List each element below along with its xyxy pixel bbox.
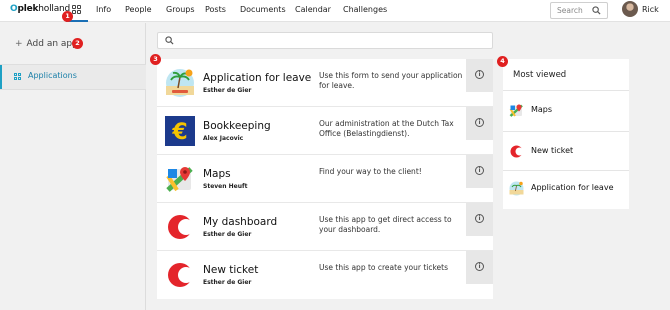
- app-owner: Esther de Gier: [203, 87, 252, 94]
- sidebar-divider: [0, 89, 146, 90]
- most-viewed-item-new-ticket[interactable]: New ticket: [503, 132, 629, 172]
- most-viewed-label: Maps: [531, 105, 553, 114]
- header-search-input[interactable]: Search: [550, 2, 608, 19]
- info-button[interactable]: i: [466, 251, 493, 284]
- logo-bold: plek: [17, 4, 39, 14]
- app-title[interactable]: New ticket: [203, 264, 258, 276]
- add-app-label: Add an app: [26, 39, 78, 49]
- most-viewed-label: Application for leave: [531, 183, 614, 192]
- app-title[interactable]: Application for leave: [203, 72, 311, 84]
- user-name[interactable]: Rick: [642, 5, 659, 14]
- app-description: Use this form to send your application f…: [319, 71, 463, 90]
- avatar[interactable]: [622, 1, 638, 17]
- grid-icon: [14, 73, 22, 81]
- nav-challenges[interactable]: Challenges: [343, 5, 387, 14]
- app-search-input[interactable]: [157, 32, 493, 49]
- app-list: Application for leave Esther de Gier Use…: [157, 59, 493, 299]
- app-description: Our administration at the Dutch Tax Offi…: [319, 119, 454, 138]
- maps-icon: [166, 167, 193, 192]
- app-row[interactable]: Maps Steven Heuft Find your way to the c…: [157, 155, 493, 203]
- add-app-button[interactable]: + Add an app: [15, 39, 78, 49]
- sidebar: + Add an app Applications: [0, 23, 146, 310]
- info-icon: i: [475, 262, 484, 271]
- info-icon: i: [475, 166, 484, 175]
- search-icon[interactable]: [592, 6, 601, 15]
- sidebar-item-label: Applications: [28, 71, 77, 80]
- most-viewed-label: New ticket: [531, 146, 574, 155]
- app-title[interactable]: Maps: [203, 168, 231, 180]
- annotation-badge-4: 4: [497, 56, 508, 67]
- most-viewed-title: Most viewed: [513, 70, 567, 80]
- nav-calendar[interactable]: Calendar: [295, 5, 331, 14]
- top-bar: Oplekholland Info People Groups Posts Do…: [0, 0, 670, 22]
- crescent-icon: [168, 215, 194, 239]
- crescent-icon: [168, 263, 194, 287]
- app-row[interactable]: New ticket Esther de Gier Use this app t…: [157, 251, 493, 299]
- logo[interactable]: Oplekholland: [10, 4, 70, 14]
- sidebar-item-applications[interactable]: Applications: [0, 65, 146, 89]
- app-row[interactable]: € Bookkeeping Alex Jacovic Our administr…: [157, 107, 493, 155]
- info-icon: i: [475, 214, 484, 223]
- nav-documents[interactable]: Documents: [240, 5, 286, 14]
- annotation-badge-2: 2: [72, 38, 83, 49]
- app-description: Use this app to get direct access to you…: [319, 215, 452, 234]
- app-description: Use this app to create your tickets: [319, 263, 449, 272]
- annotation-badge-3: 3: [150, 54, 161, 65]
- annotation-badge-1: 1: [62, 11, 73, 22]
- euro-icon: €: [165, 116, 195, 146]
- crescent-icon: [510, 145, 524, 158]
- app-row[interactable]: My dashboard Esther de Gier Use this app…: [157, 203, 493, 251]
- header-search-placeholder: Search: [557, 6, 583, 15]
- info-button[interactable]: i: [466, 155, 493, 188]
- most-viewed-item-maps[interactable]: Maps: [503, 91, 629, 131]
- plus-icon: +: [15, 39, 23, 49]
- most-viewed-item-application-for-leave[interactable]: Application for leave: [503, 169, 629, 209]
- nav-people[interactable]: People: [125, 5, 152, 14]
- info-button[interactable]: i: [466, 107, 493, 140]
- app-owner: Esther de Gier: [203, 231, 252, 238]
- info-icon: i: [475, 118, 484, 127]
- nav-info[interactable]: Info: [96, 5, 111, 14]
- maps-icon: [509, 104, 523, 117]
- svg-text:€: €: [171, 120, 187, 145]
- nav-groups[interactable]: Groups: [166, 5, 195, 14]
- info-button[interactable]: i: [466, 203, 493, 236]
- info-button[interactable]: i: [466, 59, 493, 92]
- beach-icon: [509, 181, 524, 196]
- most-viewed-panel: Most viewed Maps New ticket Application …: [503, 59, 629, 209]
- app-owner: Steven Heuft: [203, 183, 248, 190]
- nav-posts[interactable]: Posts: [205, 5, 226, 14]
- app-title[interactable]: My dashboard: [203, 216, 277, 228]
- info-icon: i: [475, 70, 484, 79]
- app-owner: Esther de Gier: [203, 279, 252, 286]
- app-title[interactable]: Bookkeeping: [203, 120, 271, 132]
- app-description: Find your way to the client!: [319, 167, 422, 176]
- beach-icon: [166, 69, 194, 97]
- app-row[interactable]: Application for leave Esther de Gier Use…: [157, 59, 493, 107]
- search-icon: [165, 36, 174, 45]
- app-owner: Alex Jacovic: [203, 135, 244, 142]
- apps-grid-icon[interactable]: [72, 5, 82, 15]
